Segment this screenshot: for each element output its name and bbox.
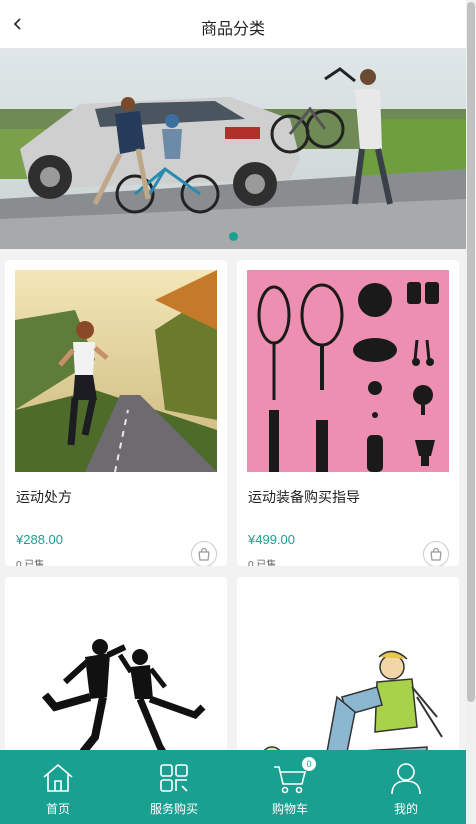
tab-label: 我的 [393,802,418,816]
tab-label: 服务购买 [149,802,198,816]
bottom-tab-bar: 首页 服务购买 0 购物车 我的 [0,750,466,824]
user-icon [391,763,421,795]
product-title[interactable]: 运动处方 [16,487,72,507]
product-card[interactable] [5,577,227,777]
tab-home[interactable]: 首页 [0,750,116,824]
product-image-sports-equipment [247,270,449,472]
cart-count-badge: 0 [302,757,316,771]
shopping-bag-icon [430,547,442,561]
grid-icon [160,764,188,792]
add-to-cart-button[interactable] [191,541,217,566]
product-card[interactable]: 运动处方 ¥288.00 0 已售 [5,260,227,566]
banner-image [0,49,466,249]
tab-label: 购物车 [271,802,308,816]
product-image-stretching [247,587,449,777]
product-image-silhouettes [15,587,217,777]
product-image-running [15,270,217,472]
product-title[interactable]: 运动装备购买指导 [248,487,360,507]
add-to-cart-button[interactable] [423,541,449,566]
product-sold-count: 0 已售 [248,560,277,566]
product-price: ¥288.00 [16,532,63,547]
page-title: 商品分类 [200,21,265,38]
product-card[interactable] [237,577,459,777]
product-price: ¥499.00 [248,532,295,547]
tab-profile[interactable]: 我的 [348,750,464,824]
page: 商品分类 运动处方 ¥288.00 0 已售 运动装备购买指导 ¥499.00 … [0,0,466,824]
tab-label: 首页 [45,802,70,816]
scrollbar-thumb[interactable] [467,2,475,702]
product-sold-count: 0 已售 [16,560,45,566]
shopping-bag-icon [198,547,210,561]
carousel-dot-active[interactable] [228,232,238,241]
banner-carousel[interactable] [0,49,466,249]
product-card[interactable]: 运动装备购买指导 ¥499.00 0 已售 [237,260,459,566]
carousel-dots [0,228,466,246]
tab-cart[interactable]: 0 购物车 [232,750,348,824]
header-bar: 商品分类 [0,0,466,49]
home-icon [43,763,73,792]
tab-service-purchase[interactable]: 服务购买 [116,750,232,824]
